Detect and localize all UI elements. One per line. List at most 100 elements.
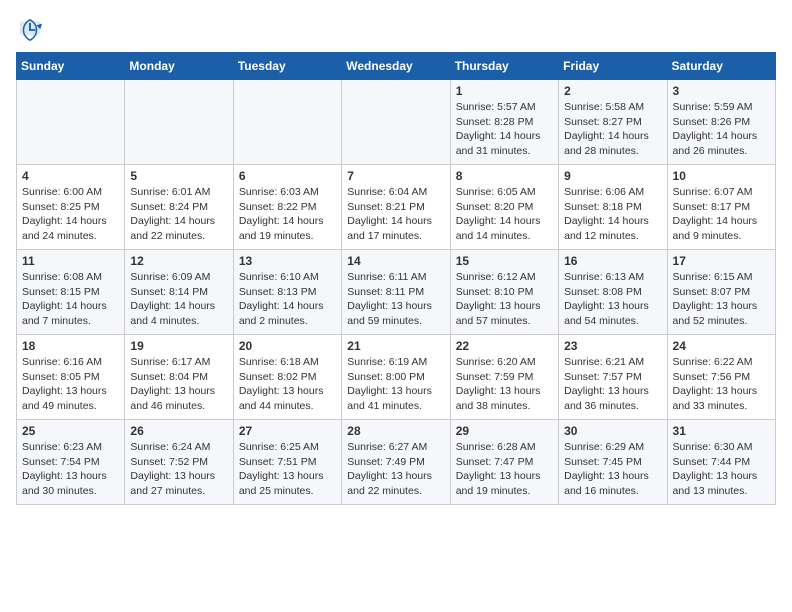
day-info-text: Sunrise: 6:19 AM Sunset: 8:00 PM Dayligh… [347,355,444,414]
day-number: 1 [456,84,553,98]
calendar-day-cell: 1 Sunrise: 5:57 AM Sunset: 8:28 PM Daylig… [450,80,558,165]
day-info-text: Sunrise: 6:08 AM Sunset: 8:15 PM Dayligh… [22,270,119,329]
weekday-header-cell: Monday [125,53,233,80]
day-number: 20 [239,339,336,353]
day-info-text: Sunrise: 6:22 AM Sunset: 7:56 PM Dayligh… [673,355,770,414]
logo [16,16,46,44]
day-number: 23 [564,339,661,353]
day-info-text: Sunrise: 6:00 AM Sunset: 8:25 PM Dayligh… [22,185,119,244]
calendar-day-cell: 15Sunrise: 6:12 AM Sunset: 8:10 PM Dayli… [450,250,558,335]
day-info-text: Sunrise: 6:25 AM Sunset: 7:51 PM Dayligh… [239,440,336,499]
header [16,16,776,44]
day-info-text: Sunrise: 6:30 AM Sunset: 7:44 PM Dayligh… [673,440,770,499]
day-number: 10 [673,169,770,183]
calendar-day-cell: 13 Sunrise: 6:10 AM Sunset: 8:13 PM Dayli… [233,250,341,335]
day-number: 19 [130,339,227,353]
calendar-day-cell: 19 Sunrise: 6:17 AM Sunset: 8:04 PM Dayli… [125,335,233,420]
calendar-day-cell: 14 Sunrise: 6:11 AM Sunset: 8:11 PM Dayli… [342,250,450,335]
day-info-text: Sunrise: 6:10 AM Sunset: 8:13 PM Dayligh… [239,270,336,329]
calendar-day-cell: 30 Sunrise: 6:29 AM Sunset: 7:45 PM Dayli… [559,420,667,505]
calendar-day-cell: 16 Sunrise: 6:13 AM Sunset: 8:08 PM Dayli… [559,250,667,335]
day-number: 2 [564,84,661,98]
calendar-day-cell: 31 Sunrise: 6:30 AM Sunset: 7:44 PM Dayli… [667,420,775,505]
day-number: 21 [347,339,444,353]
weekday-header-cell: Sunday [17,53,125,80]
calendar-day-cell: 11 Sunrise: 6:08 AM Sunset: 8:15 PM Dayli… [17,250,125,335]
day-number: 29 [456,424,553,438]
calendar-day-cell: 3Sunrise: 5:59 AM Sunset: 8:26 PM Daylig… [667,80,775,165]
day-info-text: Sunrise: 5:57 AM Sunset: 8:28 PM Dayligh… [456,100,553,159]
weekday-header-cell: Saturday [667,53,775,80]
calendar-day-cell: 20Sunrise: 6:18 AM Sunset: 8:02 PM Dayli… [233,335,341,420]
day-info-text: Sunrise: 6:05 AM Sunset: 8:20 PM Dayligh… [456,185,553,244]
calendar-day-cell: 28 Sunrise: 6:27 AM Sunset: 7:49 PM Dayli… [342,420,450,505]
day-info-text: Sunrise: 6:17 AM Sunset: 8:04 PM Dayligh… [130,355,227,414]
calendar-day-cell: 27 Sunrise: 6:25 AM Sunset: 7:51 PM Dayli… [233,420,341,505]
day-number: 24 [673,339,770,353]
calendar-day-cell [17,80,125,165]
day-number: 5 [130,169,227,183]
day-number: 9 [564,169,661,183]
calendar-day-cell [125,80,233,165]
day-info-text: Sunrise: 6:15 AM Sunset: 8:07 PM Dayligh… [673,270,770,329]
day-info-text: Sunrise: 6:09 AM Sunset: 8:14 PM Dayligh… [130,270,227,329]
day-info-text: Sunrise: 6:13 AM Sunset: 8:08 PM Dayligh… [564,270,661,329]
calendar-body: 1 Sunrise: 5:57 AM Sunset: 8:28 PM Daylig… [17,80,776,505]
calendar-day-cell: 4 Sunrise: 6:00 AM Sunset: 8:25 PM Daylig… [17,165,125,250]
calendar-day-cell: 8 Sunrise: 6:05 AM Sunset: 8:20 PM Daylig… [450,165,558,250]
day-info-text: Sunrise: 6:29 AM Sunset: 7:45 PM Dayligh… [564,440,661,499]
day-info-text: Sunrise: 6:03 AM Sunset: 8:22 PM Dayligh… [239,185,336,244]
calendar-day-cell: 2 Sunrise: 5:58 AM Sunset: 8:27 PM Daylig… [559,80,667,165]
day-info-text: Sunrise: 6:20 AM Sunset: 7:59 PM Dayligh… [456,355,553,414]
day-info-text: Sunrise: 6:21 AM Sunset: 7:57 PM Dayligh… [564,355,661,414]
weekday-header-cell: Friday [559,53,667,80]
calendar-day-cell: 12 Sunrise: 6:09 AM Sunset: 8:14 PM Dayli… [125,250,233,335]
day-number: 4 [22,169,119,183]
day-number: 11 [22,254,119,268]
day-info-text: Sunrise: 6:27 AM Sunset: 7:49 PM Dayligh… [347,440,444,499]
weekday-header-row: SundayMondayTuesdayWednesdayThursdayFrid… [17,53,776,80]
day-number: 28 [347,424,444,438]
calendar-table: SundayMondayTuesdayWednesdayThursdayFrid… [16,52,776,505]
calendar-day-cell: 26 Sunrise: 6:24 AM Sunset: 7:52 PM Dayli… [125,420,233,505]
logo-icon [16,16,44,44]
calendar-day-cell: 17 Sunrise: 6:15 AM Sunset: 8:07 PM Dayli… [667,250,775,335]
day-number: 8 [456,169,553,183]
day-number: 12 [130,254,227,268]
calendar-day-cell: 9Sunrise: 6:06 AM Sunset: 8:18 PM Daylig… [559,165,667,250]
day-number: 6 [239,169,336,183]
calendar-day-cell: 23 Sunrise: 6:21 AM Sunset: 7:57 PM Dayli… [559,335,667,420]
day-number: 16 [564,254,661,268]
day-info-text: Sunrise: 6:24 AM Sunset: 7:52 PM Dayligh… [130,440,227,499]
day-info-text: Sunrise: 6:28 AM Sunset: 7:47 PM Dayligh… [456,440,553,499]
day-number: 27 [239,424,336,438]
calendar-week-row: 18Sunrise: 6:16 AM Sunset: 8:05 PM Dayli… [17,335,776,420]
day-info-text: Sunrise: 6:11 AM Sunset: 8:11 PM Dayligh… [347,270,444,329]
weekday-header-cell: Tuesday [233,53,341,80]
day-number: 14 [347,254,444,268]
day-number: 7 [347,169,444,183]
calendar-day-cell [342,80,450,165]
day-number: 31 [673,424,770,438]
day-number: 13 [239,254,336,268]
calendar-day-cell: 21 Sunrise: 6:19 AM Sunset: 8:00 PM Dayli… [342,335,450,420]
day-info-text: Sunrise: 5:59 AM Sunset: 8:26 PM Dayligh… [673,100,770,159]
calendar-day-cell: 25Sunrise: 6:23 AM Sunset: 7:54 PM Dayli… [17,420,125,505]
day-info-text: Sunrise: 6:01 AM Sunset: 8:24 PM Dayligh… [130,185,227,244]
day-info-text: Sunrise: 5:58 AM Sunset: 8:27 PM Dayligh… [564,100,661,159]
day-number: 17 [673,254,770,268]
day-number: 30 [564,424,661,438]
calendar-day-cell: 6 Sunrise: 6:03 AM Sunset: 8:22 PM Daylig… [233,165,341,250]
calendar-week-row: 4 Sunrise: 6:00 AM Sunset: 8:25 PM Daylig… [17,165,776,250]
day-info-text: Sunrise: 6:12 AM Sunset: 8:10 PM Dayligh… [456,270,553,329]
calendar-week-row: 11 Sunrise: 6:08 AM Sunset: 8:15 PM Dayli… [17,250,776,335]
day-info-text: Sunrise: 6:07 AM Sunset: 8:17 PM Dayligh… [673,185,770,244]
calendar-week-row: 25Sunrise: 6:23 AM Sunset: 7:54 PM Dayli… [17,420,776,505]
calendar-day-cell: 22 Sunrise: 6:20 AM Sunset: 7:59 PM Dayli… [450,335,558,420]
calendar-day-cell: 10 Sunrise: 6:07 AM Sunset: 8:17 PM Dayli… [667,165,775,250]
day-number: 22 [456,339,553,353]
day-number: 18 [22,339,119,353]
calendar-day-cell: 7Sunrise: 6:04 AM Sunset: 8:21 PM Daylig… [342,165,450,250]
day-number: 26 [130,424,227,438]
day-number: 25 [22,424,119,438]
